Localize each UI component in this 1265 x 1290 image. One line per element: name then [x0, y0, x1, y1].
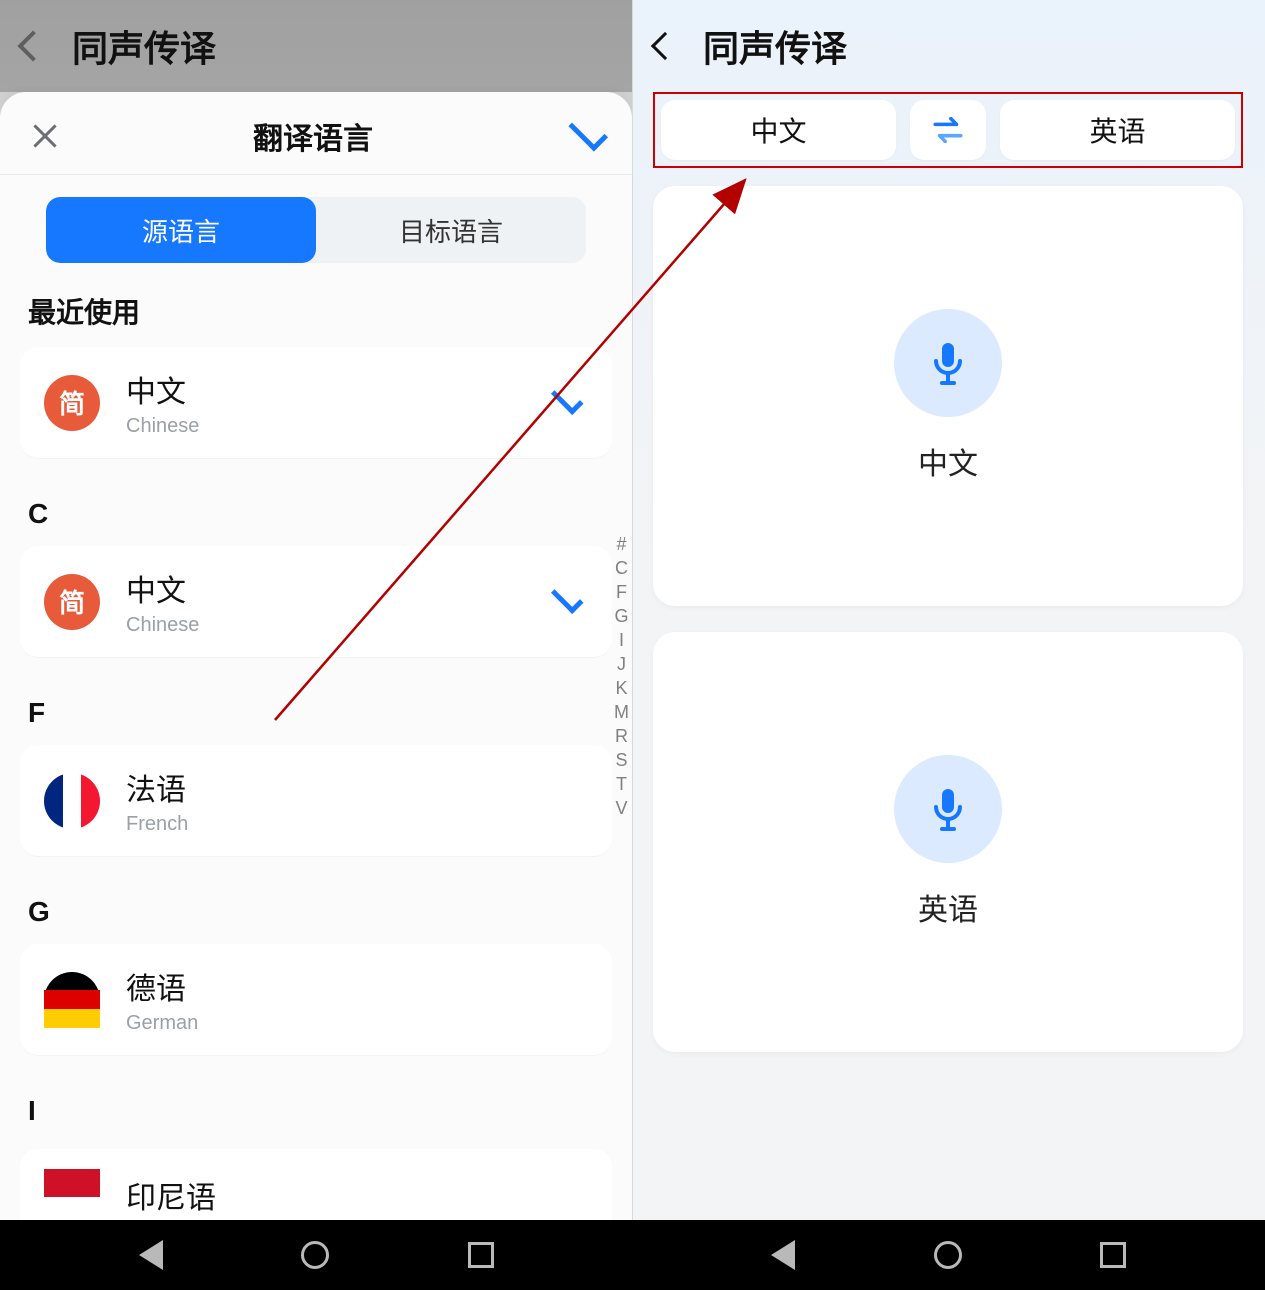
left-dimmed-header: 同声传译	[0, 0, 632, 92]
section-header-i: I	[0, 1067, 632, 1137]
nav-home-icon[interactable]	[301, 1241, 329, 1269]
screen-title: 同声传译	[703, 20, 847, 72]
mic-button-source[interactable]	[894, 309, 1002, 417]
language-text: 中文 Chinese	[126, 367, 548, 438]
navbar-left	[0, 1220, 633, 1290]
speak-label-source: 中文	[918, 439, 978, 483]
confirm-icon[interactable]	[568, 112, 608, 152]
section-header-f: F	[0, 669, 632, 739]
back-icon[interactable]	[17, 30, 48, 61]
language-sheet: 翻译语言 源语言 目标语言 最近使用 简 中文 Chinese C	[0, 92, 632, 1220]
selected-check-icon	[551, 581, 584, 614]
language-item-recent-chinese[interactable]: 简 中文 Chinese	[20, 347, 612, 458]
language-subname: French	[126, 813, 588, 836]
microphone-icon	[924, 339, 972, 387]
language-name: 德语	[126, 964, 588, 1008]
tab-source-language[interactable]: 源语言	[46, 197, 316, 263]
nav-back-icon[interactable]	[771, 1240, 795, 1270]
swap-languages-button[interactable]	[910, 100, 986, 160]
screen-title: 同声传译	[72, 20, 216, 72]
flag-icon-france	[44, 773, 100, 829]
language-name: 中文	[126, 566, 548, 610]
section-header-g: G	[0, 868, 632, 938]
lang-to-button[interactable]: 英语	[1000, 100, 1235, 160]
sheet-header: 翻译语言	[0, 92, 632, 175]
selected-check-icon	[551, 382, 584, 415]
left-pane: 同声传译 翻译语言 源语言 目标语言 最近使用 简 中文 Chin	[0, 0, 633, 1220]
speak-card-source: 中文	[653, 186, 1243, 606]
mic-button-target[interactable]	[894, 755, 1002, 863]
alpha-index[interactable]: # C F G I J K M R S T V	[610, 532, 633, 820]
back-icon[interactable]	[651, 32, 679, 60]
right-pane: 同声传译 中文 英语 中文	[633, 0, 1265, 1220]
tab-target-language[interactable]: 目标语言	[316, 197, 586, 263]
nav-recent-icon[interactable]	[468, 1242, 494, 1268]
speak-label-target: 英语	[918, 885, 978, 929]
tab-segmented: 源语言 目标语言	[46, 197, 586, 263]
speak-card-target: 英语	[653, 632, 1243, 1052]
flag-icon-indonesia	[44, 1169, 100, 1220]
language-item-chinese[interactable]: 简 中文 Chinese	[20, 546, 612, 657]
language-bar-highlighted: 中文 英语	[653, 92, 1243, 168]
flag-icon-jian: 简	[44, 574, 100, 630]
nav-back-icon[interactable]	[139, 1240, 163, 1270]
flag-icon-germany	[44, 972, 100, 1028]
section-header-c: C	[0, 470, 632, 540]
microphone-icon	[924, 785, 972, 833]
language-name: 法语	[126, 765, 588, 809]
sheet-title: 翻译语言	[253, 114, 373, 158]
language-item-french[interactable]: 法语 French	[20, 745, 612, 856]
language-name: 印尼语	[126, 1173, 588, 1217]
flag-icon-jian: 简	[44, 375, 100, 431]
close-icon[interactable]	[30, 121, 60, 151]
language-item-indonesian[interactable]: 印尼语	[20, 1149, 612, 1220]
swap-icon	[931, 117, 965, 143]
language-subname: Chinese	[126, 415, 548, 438]
language-name: 中文	[126, 367, 548, 411]
nav-recent-icon[interactable]	[1100, 1242, 1126, 1268]
nav-home-icon[interactable]	[934, 1241, 962, 1269]
lang-from-button[interactable]: 中文	[661, 100, 896, 160]
android-navbar	[0, 1220, 1265, 1290]
language-item-german[interactable]: 德语 German	[20, 944, 612, 1055]
right-header: 同声传译	[633, 0, 1265, 92]
language-subname: Chinese	[126, 614, 548, 637]
navbar-right	[633, 1220, 1265, 1290]
recent-header: 最近使用	[0, 263, 632, 341]
language-subname: German	[126, 1012, 588, 1035]
